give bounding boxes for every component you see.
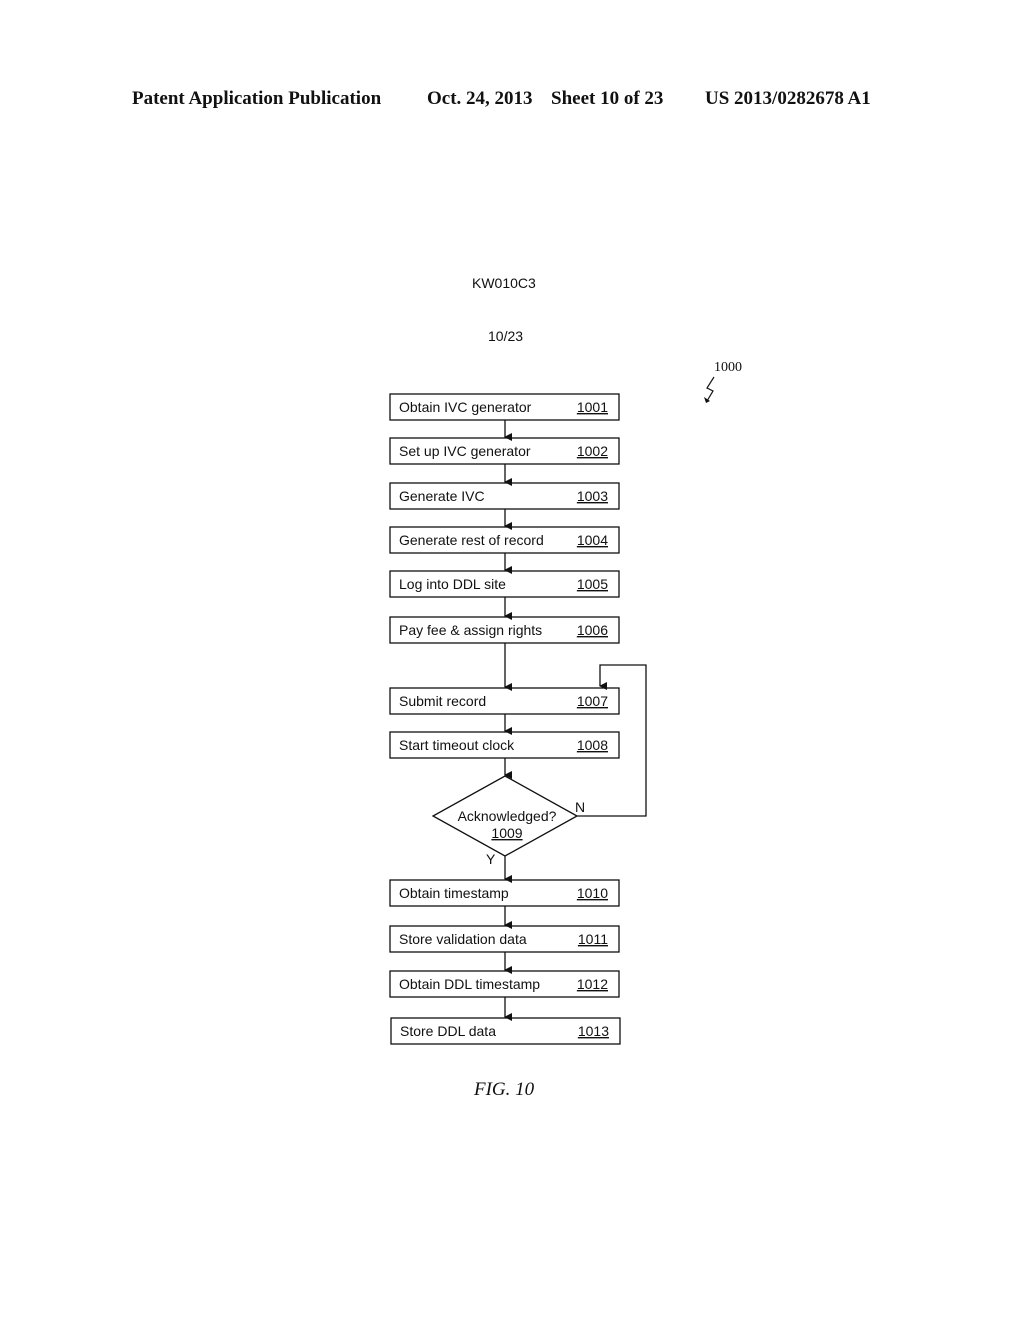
step-number: 1002 [577, 443, 608, 459]
step-label: Generate IVC [399, 488, 485, 504]
flowchart-step-1010: Obtain timestamp 1010 [389, 879, 620, 907]
step-label: Start timeout clock [399, 737, 515, 753]
flowchart-step-1012: Obtain DDL timestamp 1012 [389, 970, 620, 998]
flowchart-step-1006: Pay fee & assign rights 1006 [389, 616, 620, 644]
flowchart-step-1013: Store DDL data 1013 [390, 1017, 621, 1045]
decision-yes-label: Y [486, 851, 496, 867]
flowchart-step-1008: Start timeout clock 1008 [389, 731, 620, 759]
step-number: 1012 [577, 976, 608, 992]
step-label: Log into DDL site [399, 576, 506, 592]
flowchart-step-1005: Log into DDL site 1005 [389, 570, 620, 598]
flowchart: Obtain IVC generator 1001 Set up IVC gener… [389, 376, 715, 1045]
flowchart-step-1003: Generate IVC 1003 [389, 482, 620, 510]
step-label: Obtain IVC generator [399, 399, 532, 415]
flowchart-step-1002: Set up IVC generator 1002 [389, 437, 620, 465]
step-number: 1001 [577, 399, 608, 415]
step-number: 1004 [577, 532, 608, 548]
flowchart-step-1001: Obtain IVC generator 1001 [389, 393, 620, 421]
step-number: 1013 [578, 1023, 609, 1039]
step-label: Generate rest of record [399, 532, 544, 548]
decision-node: Acknowledged? 1009 N Y [431, 775, 585, 867]
decision-label: Acknowledged? [458, 808, 557, 824]
step-label: Submit record [399, 693, 486, 709]
step-label: Pay fee & assign rights [399, 622, 542, 638]
figure-caption: FIG. 10 [474, 1079, 535, 1100]
decision-number: 1009 [491, 825, 522, 841]
step-number: 1008 [577, 737, 608, 753]
step-label: Store validation data [399, 931, 527, 947]
step-number: 1005 [577, 576, 608, 592]
step-label: Store DDL data [400, 1023, 496, 1039]
step-number: 1011 [578, 931, 608, 947]
decision-no-label: N [575, 799, 585, 815]
step-label: Obtain timestamp [399, 885, 509, 901]
flowchart-step-1007: Submit record 1007 [389, 687, 620, 715]
reference-arrow-icon [706, 376, 715, 402]
step-number: 1007 [577, 693, 608, 709]
step-label: Obtain DDL timestamp [399, 976, 540, 992]
step-number: 1003 [577, 488, 608, 504]
step-number: 1010 [577, 885, 608, 901]
flowchart-step-1011: Store validation data 1011 [389, 925, 620, 953]
step-number: 1006 [577, 622, 608, 638]
step-label: Set up IVC generator [399, 443, 531, 459]
flowchart-step-1004: Generate rest of record 1004 [389, 526, 620, 554]
